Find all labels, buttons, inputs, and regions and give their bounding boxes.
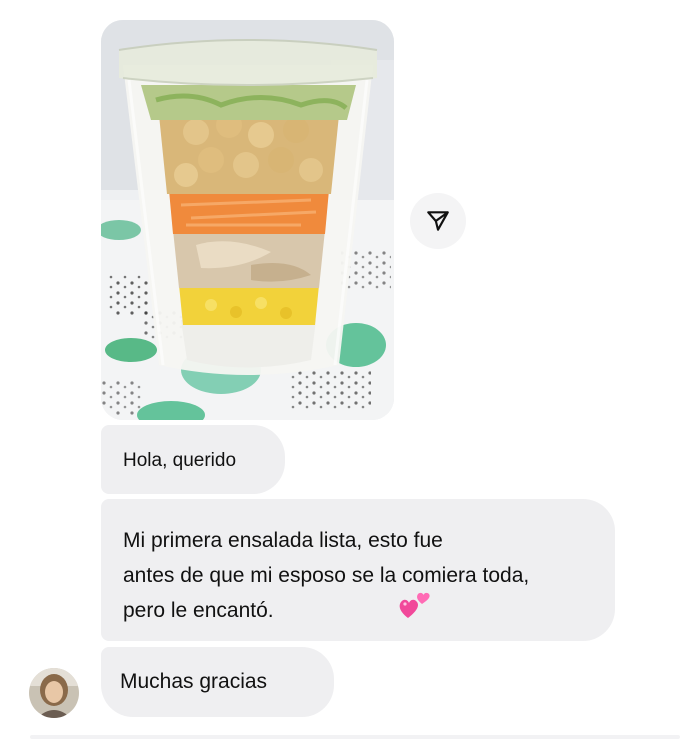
salad-photo-image [101, 20, 394, 420]
composer-edge [30, 735, 680, 739]
avatar-icon [29, 668, 79, 718]
message-bubble[interactable]: Hola, querido [101, 425, 285, 494]
message-text: Hola, querido [123, 450, 237, 471]
message-text-line: pero le encantó. [123, 599, 274, 622]
message-bubble[interactable]: Muchas gracias [101, 647, 334, 717]
user-avatar[interactable] [29, 668, 79, 718]
send-icon [427, 211, 449, 231]
salad-photo[interactable] [101, 20, 394, 420]
message-text-line: Mi primera ensalada lista, esto fue [123, 529, 443, 552]
two-hearts-icon [398, 588, 432, 620]
message-text-line: antes de que mi esposo se la comiera tod… [123, 564, 530, 587]
message-thread: Hola, querido Mi primera ensalada lista,… [0, 0, 700, 739]
message-bubble[interactable]: Mi primera ensalada lista, esto fue ante… [101, 499, 615, 641]
share-button[interactable] [410, 193, 466, 249]
message-text: Muchas gracias [120, 670, 268, 693]
